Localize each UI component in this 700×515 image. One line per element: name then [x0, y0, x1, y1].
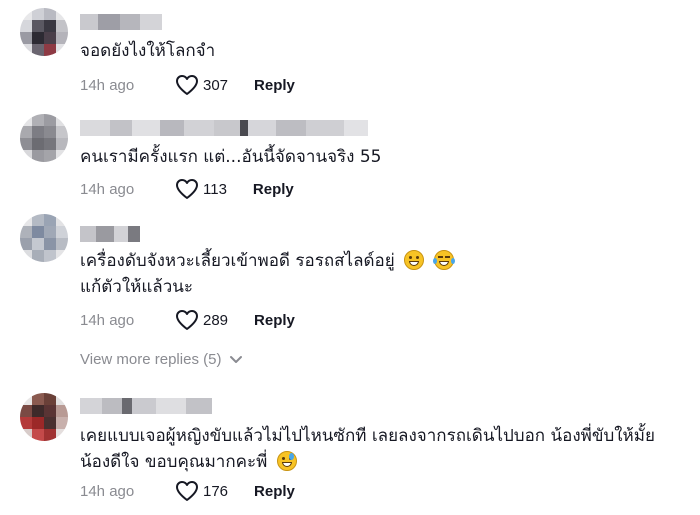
comment-list: จอดยังไงให้โลกจำ 14h ago 307 Reply คนเรา… [0, 0, 700, 515]
chevron-down-icon [230, 355, 243, 363]
avatar[interactable] [20, 8, 68, 56]
heart-icon [176, 75, 198, 95]
comment-time: 14h ago [80, 180, 135, 198]
heart-icon [176, 481, 198, 501]
comment-text: เคยแบบเจอผู้หญิงขับแล้วไม่ไปไหนซักที เลย… [80, 426, 655, 446]
like-button[interactable]: 113 [175, 178, 227, 200]
reply-button[interactable]: Reply [254, 77, 295, 94]
comment-text: จอดยังไงให้โลกจำ [80, 41, 216, 61]
avatar[interactable] [20, 114, 68, 162]
like-button[interactable]: 307 [175, 74, 228, 96]
like-button[interactable]: 289 [175, 309, 228, 331]
comment-time: 14h ago [80, 76, 135, 94]
username-blurred[interactable] [80, 398, 212, 414]
comment-meta: 14h ago 113 Reply [80, 177, 294, 201]
comment-text: เครื่องดับจังหวะเลี้ยวเข้าพอดี รอรถสไลด์… [80, 248, 455, 274]
comment-meta: 14h ago 289 Reply [80, 308, 295, 332]
comment-time: 14h ago [80, 311, 135, 329]
comment-meta: 14h ago 307 Reply [80, 73, 295, 97]
comment-text-line: น้องดีใจ ขอบคุณมากคะพี่ [80, 449, 297, 475]
username-blurred[interactable] [80, 226, 140, 242]
reply-button[interactable]: Reply [254, 312, 295, 329]
heart-icon [176, 179, 198, 199]
like-button[interactable]: 176 [175, 480, 228, 502]
like-count: 176 [203, 482, 229, 500]
heart-icon [176, 310, 198, 330]
like-count: 307 [203, 76, 229, 94]
comment-text-line: แก้ตัวให้แล้วนะ [80, 277, 194, 297]
username-blurred[interactable] [80, 14, 162, 30]
avatar[interactable] [20, 214, 68, 262]
comment-time: 14h ago [80, 482, 135, 500]
view-more-label: View more replies (5) [80, 351, 222, 368]
like-count: 289 [203, 311, 229, 329]
view-more-replies-button[interactable]: View more replies (5) [80, 351, 243, 368]
reply-button[interactable]: Reply [254, 483, 295, 500]
username-blurred[interactable] [80, 120, 368, 136]
comment-meta: 14h ago 176 Reply [80, 479, 295, 503]
sweat-smile-icon [276, 451, 297, 471]
grinning-face-icon [404, 250, 425, 270]
like-count: 113 [203, 180, 227, 198]
laughing-tears-icon [432, 250, 455, 270]
reply-button[interactable]: Reply [253, 181, 294, 198]
avatar[interactable] [20, 393, 68, 441]
comment-text: คนเรามีครั้งแรก แต่...อันนี้จัดจานจริง 5… [80, 147, 382, 167]
